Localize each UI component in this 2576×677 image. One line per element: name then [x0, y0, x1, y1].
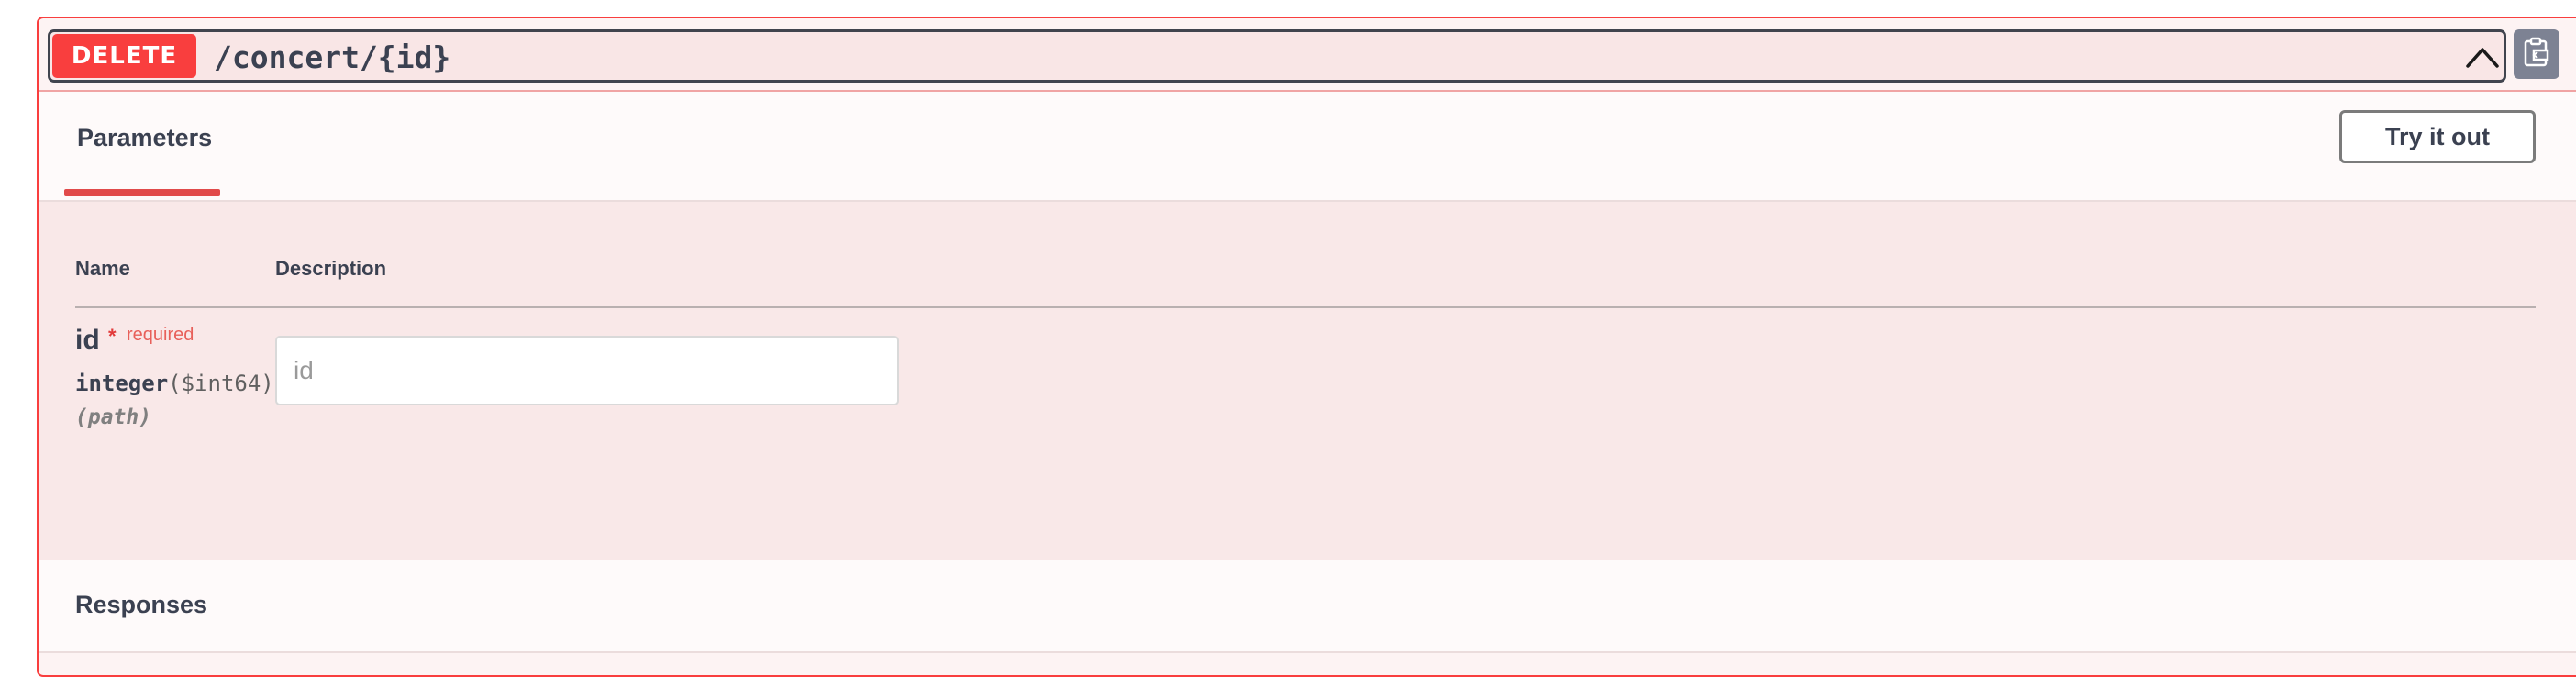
parameter-type: integer($int64) — [75, 371, 274, 396]
parameter-format: ($int64) — [168, 371, 274, 396]
copy-to-clipboard-button[interactable] — [2514, 29, 2559, 79]
try-it-out-button[interactable]: Try it out — [2339, 110, 2536, 163]
required-marker: * — [108, 325, 117, 348]
parameter-location: (path) — [75, 405, 152, 429]
responses-title: Responses — [75, 591, 208, 618]
column-header-name: Name — [75, 257, 130, 280]
id-input[interactable] — [275, 336, 899, 405]
parameters-header: Parameters Try it out — [39, 92, 2576, 200]
column-header-description: Description — [275, 257, 387, 280]
operation-path: /concert/{id} — [214, 39, 451, 75]
tab-parameters[interactable]: Parameters — [64, 119, 225, 156]
required-label: required — [127, 325, 194, 345]
parameters-table: Name Description id * required integer($… — [39, 202, 2576, 560]
responses-header: Responses — [39, 560, 2576, 653]
method-badge: DELETE — [52, 34, 196, 78]
table-header-divider — [75, 306, 2536, 308]
tab-active-indicator — [64, 189, 220, 196]
parameter-type-name: integer — [75, 371, 169, 396]
responses-divider — [39, 651, 2576, 653]
parameter-name: id — [75, 325, 100, 355]
chevron-up-icon[interactable] — [2461, 38, 2504, 76]
operation-summary[interactable]: DELETE /concert/{id} — [48, 29, 2506, 83]
clipboard-copy-icon — [2523, 37, 2550, 72]
operation-block-delete: DELETE /concert/{id} Parameters Try it o… — [37, 17, 2576, 677]
